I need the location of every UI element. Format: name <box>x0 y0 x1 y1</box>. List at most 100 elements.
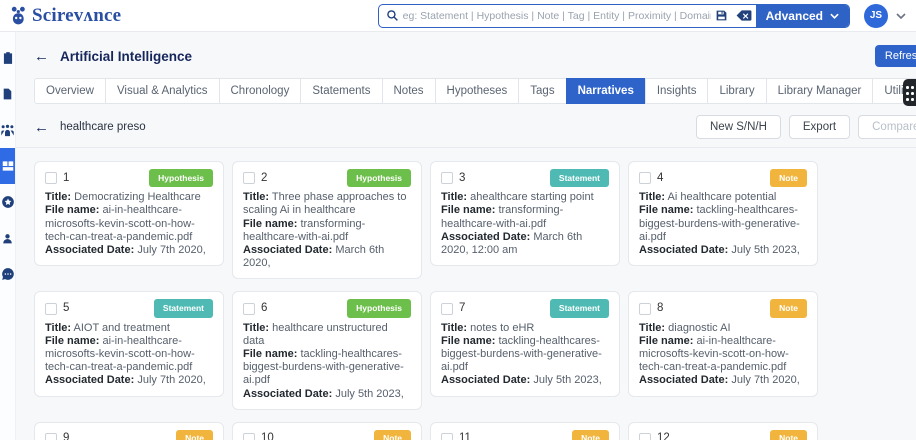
divider <box>16 147 916 148</box>
tab-library[interactable]: Library <box>707 78 766 104</box>
new-snh-button[interactable]: New S/N/H <box>696 115 781 139</box>
tab-visual-analytics[interactable]: Visual & Analytics <box>105 78 220 104</box>
narrative-card[interactable]: 8NoteTitle: diagnostic AIFile name: ai-i… <box>628 291 818 396</box>
card-checkbox[interactable] <box>243 303 255 315</box>
tab-narratives[interactable]: Narratives <box>566 78 646 104</box>
card-checkbox[interactable] <box>639 433 651 440</box>
card-associated-date: Associated Date: July 7th 2020, <box>45 244 213 257</box>
sidebar-item-team[interactable] <box>0 112 15 148</box>
search-icon <box>379 9 403 22</box>
card-number: 9 <box>63 432 69 440</box>
narrative-card[interactable]: 5StatementTitle: AIOT and treatmentFile … <box>34 291 224 396</box>
narrative-card[interactable]: 4NoteTitle: Ai healthcare potentialFile … <box>628 161 818 266</box>
sidebar-item-starred[interactable] <box>0 184 15 220</box>
sidebar-item-document[interactable] <box>0 76 15 112</box>
card-title: Title: ahealthcare starting point <box>441 191 609 204</box>
save-search-icon[interactable] <box>711 9 732 22</box>
user-icon <box>1 232 14 245</box>
card-associated-date: Associated Date: July 7th 2020, <box>639 374 807 387</box>
card-checkbox[interactable] <box>45 172 57 184</box>
card-checkbox[interactable] <box>45 303 57 315</box>
sidebar-item-chat[interactable] <box>0 256 15 292</box>
card-checkbox[interactable] <box>639 303 651 315</box>
card-number: 2 <box>261 172 267 185</box>
narrative-card[interactable]: 3 Statement Title: ahealthcare starting po… <box>430 161 620 266</box>
card-checkbox[interactable] <box>441 303 453 315</box>
grip-dots-icon <box>906 86 909 89</box>
card-checkbox[interactable] <box>243 433 255 440</box>
advanced-label: Advanced <box>766 9 823 23</box>
card-checkbox[interactable] <box>243 172 255 184</box>
card-number: 4 <box>657 172 663 185</box>
card-file-name: File name: ai-in-healthcare-microsofts-k… <box>45 204 213 244</box>
chat-dots-icon <box>1 267 15 281</box>
narrative-card[interactable]: 12NoteTitle: Ai potential in healthcareA… <box>628 422 818 440</box>
sidebar-item-user[interactable] <box>0 220 15 256</box>
app-logo[interactable]: Scirevʌnce <box>10 5 121 27</box>
top-bar: Scirevʌnce Advan <box>0 0 916 32</box>
document-icon <box>1 87 14 101</box>
card-checkbox[interactable] <box>639 172 651 184</box>
star-circle-icon <box>1 195 15 209</box>
compare-button[interactable]: Compare <box>858 115 916 139</box>
card-number: 3 <box>459 172 465 185</box>
tab-overview[interactable]: Overview <box>34 78 106 104</box>
avatar[interactable]: JS <box>864 4 888 28</box>
card-title: Title: AIOT and treatment <box>45 322 213 335</box>
tab-insights[interactable]: Insights <box>645 78 709 104</box>
subheader: ← healthcare preso New S/N/H Export Comp… <box>16 110 916 147</box>
type-badge: Hypothesis <box>149 169 213 187</box>
card-file-name: File name: transforming-healthcare-with-… <box>441 204 609 230</box>
back-arrow-icon[interactable]: ← <box>34 49 49 64</box>
card-number: 1 <box>63 172 69 185</box>
chevron-down-icon <box>830 13 839 19</box>
narrative-card[interactable]: 11NoteTitle: Aging population creates st… <box>430 422 620 440</box>
search-input[interactable] <box>403 10 711 22</box>
page-title: Artificial Intelligence <box>60 49 192 64</box>
refresh-button[interactable]: Refresh <box>875 45 916 67</box>
card-checkbox[interactable] <box>441 433 453 440</box>
dashboard-icon <box>1 159 15 173</box>
advanced-button[interactable]: Advanced <box>756 4 849 28</box>
logo-icon <box>10 6 27 25</box>
card-file-name: File name: transforming-healthcare-with-… <box>243 218 411 244</box>
avatar-chevron-down-icon[interactable] <box>896 13 906 19</box>
sidebar-item-dashboard[interactable] <box>0 148 15 184</box>
narrative-card[interactable]: 7StatementTitle: notes to eHRFile name: … <box>430 291 620 396</box>
type-badge: Note <box>572 430 609 440</box>
narrative-card[interactable]: 10NoteTitle: AIOTAssociated Date: Septem… <box>232 422 422 440</box>
card-file-name: File name: tackling-healthcares-biggest-… <box>441 335 609 375</box>
card-associated-date: Associated Date: July 5th 2023, <box>639 244 807 257</box>
card-checkbox[interactable] <box>45 433 57 440</box>
tab-notes[interactable]: Notes <box>382 78 436 104</box>
tab-chronology[interactable]: Chronology <box>219 78 302 104</box>
export-button[interactable]: Export <box>789 115 850 139</box>
card-checkbox[interactable] <box>441 172 453 184</box>
subheader-back-arrow-icon[interactable]: ← <box>34 120 49 135</box>
app-window: Scirevʌnce Advan <box>0 0 916 440</box>
type-badge: Note <box>770 430 807 440</box>
card-file-name: File name: ai-in-healthcare-microsofts-k… <box>45 335 213 375</box>
card-number: 12 <box>657 432 670 440</box>
narrative-card[interactable]: 9NoteTitle: impact on healthcare workAss… <box>34 422 224 440</box>
type-badge: Hypothesis <box>347 169 411 187</box>
narrative-card[interactable]: 1HypothesisTitle: Democratizing Healthca… <box>34 161 224 266</box>
narrative-card[interactable]: 6HypothesisTitle: healthcare unstructure… <box>232 291 422 409</box>
narrative-title: healthcare preso <box>60 121 146 133</box>
card-number: 11 <box>459 432 471 440</box>
tab-hypotheses[interactable]: Hypotheses <box>435 78 520 104</box>
tab-tags[interactable]: Tags <box>518 78 566 104</box>
tab-library-manager[interactable]: Library Manager <box>766 78 874 104</box>
narrative-card[interactable]: 2HypothesisTitle: Three phase approaches… <box>232 161 422 279</box>
page-header: ← Artificial Intelligence Refresh <box>16 32 916 76</box>
drag-handle-widget[interactable] <box>903 79 916 106</box>
card-number: 7 <box>459 302 465 315</box>
type-badge: Note <box>770 169 807 187</box>
tab-statements[interactable]: Statements <box>300 78 382 104</box>
cards-grid: 1HypothesisTitle: Democratizing Healthca… <box>34 161 818 440</box>
card-associated-date: Associated Date: March 6th 2020, 12:00 a… <box>441 231 609 257</box>
team-icon <box>0 124 15 137</box>
type-badge: Statement <box>550 169 609 187</box>
sidebar-item-clipboard[interactable] <box>0 40 15 76</box>
clear-search-icon[interactable] <box>732 9 756 22</box>
